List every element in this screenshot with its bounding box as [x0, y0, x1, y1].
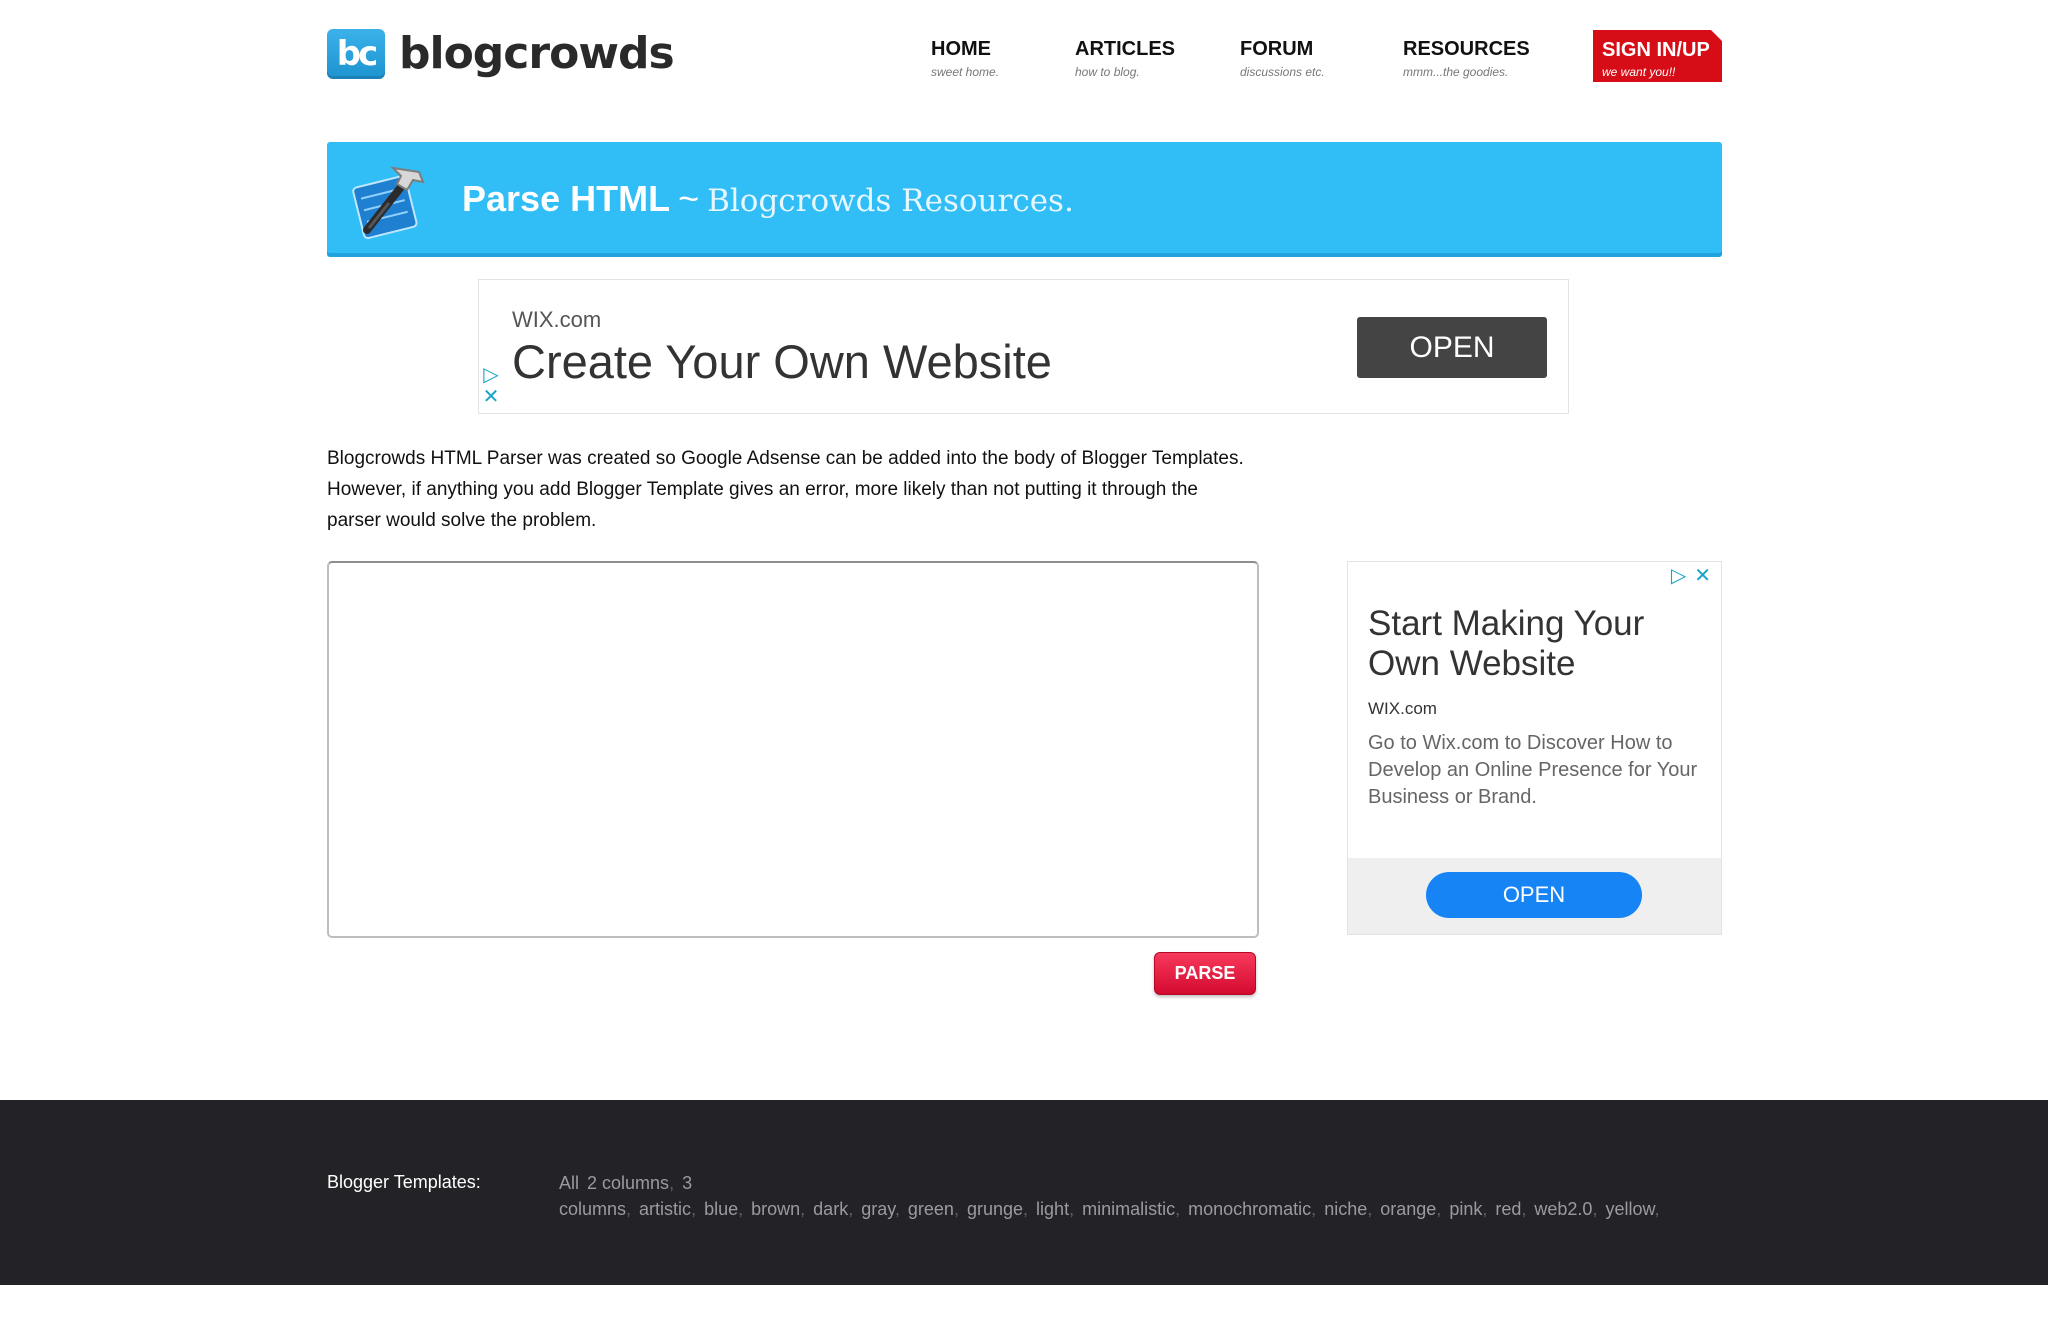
ad-open-button[interactable]: OPEN: [1357, 317, 1547, 378]
nav-articles-title: ARTICLES: [1075, 38, 1175, 60]
close-icon[interactable]: ✕: [479, 386, 503, 408]
template-tag-link[interactable]: light: [1036, 1199, 1069, 1219]
nav-sign-in-up-title: SIGN IN/UP: [1602, 39, 1710, 61]
nav-resources[interactable]: RESOURCES mmm...the goodies.: [1403, 38, 1530, 79]
banner-ad[interactable]: WIX.com Create Your Own Website OPEN ▷ ✕: [478, 279, 1569, 414]
nav-forum-subtitle: discussions etc.: [1240, 65, 1325, 79]
ad-headline[interactable]: Create Your Own Website: [512, 334, 1052, 389]
html-input-textarea[interactable]: [327, 561, 1259, 938]
template-tag-link[interactable]: minimalistic: [1082, 1199, 1175, 1219]
template-tag-link[interactable]: monochromatic: [1188, 1199, 1311, 1219]
nav-sign-in-up[interactable]: SIGN IN/UP we want you!!: [1593, 30, 1722, 82]
tag-separator: ,: [1592, 1199, 1598, 1219]
banner-separator: ~: [678, 178, 700, 219]
tag-separator: ,: [1311, 1199, 1317, 1219]
nav-home[interactable]: HOME sweet home.: [931, 38, 999, 79]
nav-forum-title: FORUM: [1240, 38, 1314, 60]
tag-separator: ,: [1482, 1199, 1488, 1219]
ad-choices: ▷ ✕: [1671, 565, 1711, 587]
banner-heading: Parse HTML ~ Blogcrowds Resources.: [462, 178, 1074, 220]
parser-description: Blogcrowds HTML Parser was created so Go…: [327, 448, 1244, 531]
template-tag-link[interactable]: blue: [704, 1199, 738, 1219]
template-tag-link[interactable]: artistic: [639, 1199, 691, 1219]
template-tag-list: All 2 columns, 3 columns, artistic, blue, bro…: [559, 1170, 1699, 1222]
ad-footer: OPEN: [1348, 858, 1721, 934]
nav-articles[interactable]: ARTICLES how to blog.: [1075, 38, 1175, 79]
sidebar-ad[interactable]: ▷ ✕ Start Making Your Own Website WIX.co…: [1347, 561, 1722, 935]
nav-home-title: HOME: [931, 38, 991, 60]
template-tag-link[interactable]: web2.0: [1534, 1199, 1592, 1219]
tag-separator: ,: [738, 1199, 744, 1219]
template-tag-link[interactable]: pink: [1449, 1199, 1482, 1219]
template-tag-link[interactable]: dark: [813, 1199, 848, 1219]
tag-separator: ,: [953, 1199, 959, 1219]
nav-resources-subtitle: mmm...the goodies.: [1403, 65, 1509, 79]
tag-separator: ,: [669, 1173, 675, 1193]
nav-forum[interactable]: FORUM discussions etc.: [1240, 38, 1325, 79]
nav-resources-title: RESOURCES: [1403, 38, 1530, 60]
site-footer: Blogger Templates: All 2 columns, 3 column…: [0, 1100, 2048, 1285]
ad-source: WIX.com: [1368, 699, 1437, 718]
tag-separator: ,: [1654, 1199, 1660, 1219]
ad-choices: ▷ ✕: [479, 364, 503, 408]
ad-choices-icon[interactable]: ▷: [479, 364, 503, 386]
banner-subtitle: Blogcrowds Resources.: [707, 183, 1074, 219]
tag-separator: ,: [1069, 1199, 1075, 1219]
tag-separator: ,: [1367, 1199, 1373, 1219]
tag-separator: ,: [800, 1199, 806, 1219]
template-tag-link[interactable]: gray: [861, 1199, 895, 1219]
tag-separator: ,: [691, 1199, 697, 1219]
ad-open-button[interactable]: OPEN: [1426, 872, 1642, 918]
nav-articles-subtitle: how to blog.: [1075, 65, 1140, 79]
ad-source: WIX.com: [512, 307, 602, 332]
template-tag-link[interactable]: red: [1495, 1199, 1521, 1219]
parse-button[interactable]: PARSE: [1154, 952, 1256, 995]
template-tag-link[interactable]: grunge: [967, 1199, 1023, 1219]
tag-separator: ,: [1521, 1199, 1527, 1219]
banner-title: Parse HTML: [462, 178, 671, 219]
main-nav: HOME sweet home. ARTICLES how to blog. F…: [0, 38, 2048, 88]
template-tag-link[interactable]: brown: [751, 1199, 800, 1219]
template-tag-link[interactable]: 2 columns: [587, 1173, 669, 1193]
tag-separator: ,: [1175, 1199, 1181, 1219]
template-tag-link[interactable]: orange: [1380, 1199, 1436, 1219]
template-tag-link[interactable]: niche: [1324, 1199, 1367, 1219]
hammer-tool-icon: [352, 166, 425, 240]
tag-separator: ,: [626, 1199, 632, 1219]
ad-headline[interactable]: Start Making Your Own Website: [1368, 604, 1698, 684]
tag-separator: ,: [1436, 1199, 1442, 1219]
tag-separator: ,: [894, 1199, 900, 1219]
template-tag-link[interactable]: All: [559, 1173, 579, 1193]
nav-sign-in-up-subtitle: we want you!!: [1602, 65, 1676, 79]
close-icon[interactable]: ✕: [1694, 565, 1711, 587]
nav-home-subtitle: sweet home.: [931, 65, 1000, 79]
footer-label: Blogger Templates:: [327, 1172, 481, 1192]
template-tag-link[interactable]: yellow: [1605, 1199, 1654, 1219]
tag-separator: ,: [1023, 1199, 1029, 1219]
template-tag-link[interactable]: green: [908, 1199, 954, 1219]
ad-body: Go to Wix.com to Discover How to Develop…: [1368, 732, 1698, 808]
tag-separator: ,: [848, 1199, 854, 1219]
page-banner: Parse HTML ~ Blogcrowds Resources.: [327, 142, 1722, 257]
ad-choices-icon[interactable]: ▷: [1671, 565, 1686, 587]
